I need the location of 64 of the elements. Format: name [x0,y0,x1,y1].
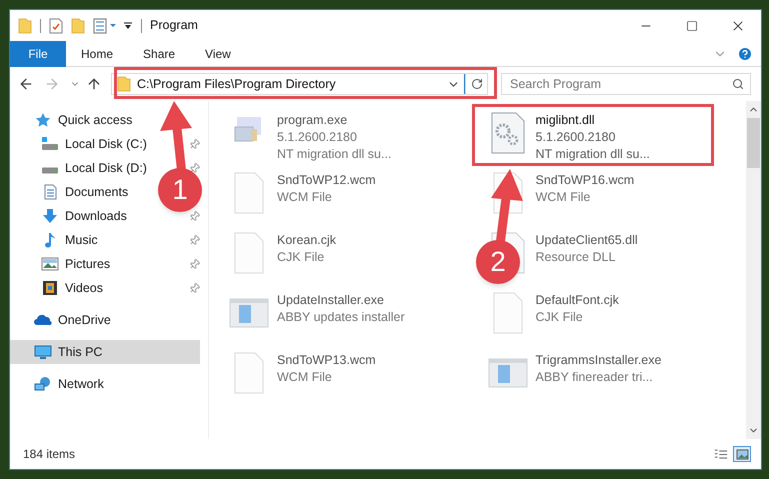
drive-icon [41,167,59,174]
network-icon [34,376,52,392]
sidebar-item[interactable]: Network [10,372,200,396]
folder-icon [18,18,32,34]
file-detail: WCM File [536,189,592,206]
sidebar-item[interactable]: Pictures [41,252,114,276]
customize-toolbar-icon[interactable] [123,20,133,30]
sidebar-item[interactable]: Local Disk (C:) [41,132,151,156]
sidebar-item[interactable]: OneDrive [10,308,200,332]
address-field[interactable]: C:\Program Files\Program Directory [111,73,466,95]
sidebar-item[interactable]: Local Disk (D:) [41,156,151,180]
file-name[interactable]: Korean.cjk [277,232,336,249]
image-icon [41,256,59,272]
ribbon-tab[interactable]: Home [66,40,128,66]
file-detail: CJK File [536,309,584,326]
sidebar-item[interactable]: Quick access [10,108,200,132]
file-detail: NT migration dll su... [536,146,650,163]
star-icon [34,112,52,128]
scrollbar[interactable] [746,101,761,439]
monitor-icon [34,344,52,360]
file-detail: WCM File [277,189,333,206]
properties-icon[interactable] [93,18,117,34]
file-detail: ABBY finereader tri... [536,369,654,386]
file-name[interactable]: UpdateInstaller.exe [277,292,405,309]
file-name[interactable]: DefaultFont.cjk [536,292,619,309]
file-name[interactable]: UpdateClient65.dll [536,232,638,249]
file-detail: NT migration dll su... [277,146,392,163]
file-name[interactable]: SndToWP16.wcm [536,172,634,189]
ribbon-tab[interactable]: File [10,40,66,66]
window-title: Program [150,17,198,34]
sidebar-item[interactable]: This PC [10,340,200,364]
file-detail: 5.1.2600.2180 [277,129,358,146]
cloud-icon [34,312,52,328]
file-name[interactable]: miglibnt.dll [536,112,650,129]
refresh-icon[interactable] [470,78,482,90]
sidebar-item[interactable]: Videos [41,276,107,300]
back-icon[interactable] [18,76,34,92]
maximize-icon[interactable] [686,20,698,32]
file-detail: WCM File [277,369,333,386]
help-icon[interactable] [737,46,753,62]
file-detail: CJK File [277,249,326,266]
sidebar-item[interactable]: Music [41,228,102,252]
download-icon [41,208,59,224]
sidebar-item[interactable]: Downloads [41,204,131,228]
drive-icon [41,136,59,152]
ribbon-tab[interactable]: View [190,40,246,66]
file-detail: ABBY updates installer [277,309,405,326]
refresh-button[interactable] [466,73,488,95]
large-icons-view-button[interactable] [733,446,751,462]
sidebar-item[interactable]: Documents [41,180,132,204]
file-name[interactable]: SndToWP13.wcm [277,352,376,369]
file-name[interactable]: TrigrammsInstaller.exe [536,352,662,369]
checklist-icon[interactable] [49,18,63,34]
folder-icon [117,76,131,92]
up-icon[interactable] [86,76,102,92]
file-detail: Resource DLL [536,249,616,266]
item-count: 184 items [23,446,76,463]
ribbon-tab[interactable]: Share [128,40,190,66]
file-detail: 5.1.2600.2180 [536,129,616,146]
scroll-thumb[interactable] [747,118,760,168]
new-folder-icon [71,18,85,34]
file-name[interactable]: program.exe [277,112,392,129]
film-icon [41,280,59,296]
file-name[interactable]: SndToWP12.wcm [277,172,376,189]
